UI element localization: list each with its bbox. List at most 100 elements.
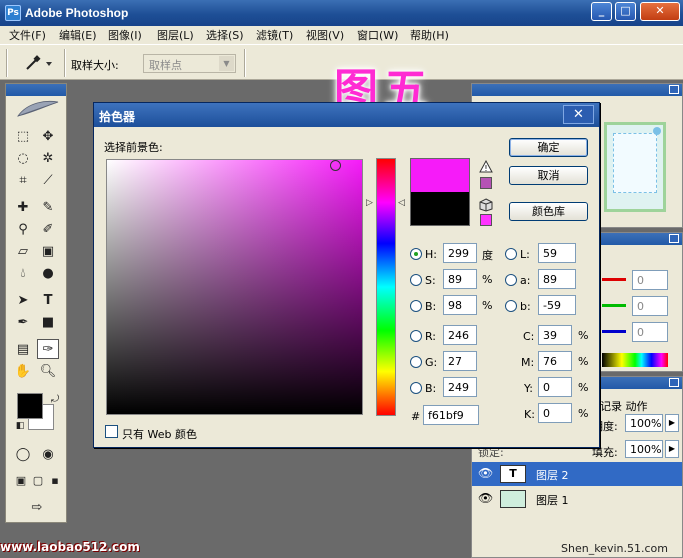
- clone-stamp-icon[interactable]: ⚲: [12, 219, 34, 239]
- saturation-input[interactable]: 89: [443, 269, 477, 289]
- brightness-radio[interactable]: [410, 300, 422, 312]
- green-input[interactable]: 27: [443, 351, 477, 371]
- yellow-input[interactable]: 0: [538, 377, 572, 397]
- fill-input[interactable]: 100%: [625, 440, 663, 458]
- current-color-swatch[interactable]: [411, 192, 469, 225]
- red-slider-bar[interactable]: [602, 278, 626, 281]
- menu-edit[interactable]: 编辑(E): [59, 27, 97, 43]
- hand-tool-icon[interactable]: ✋: [12, 361, 34, 381]
- panel-menu-icon[interactable]: [669, 85, 679, 94]
- hue-slider[interactable]: [376, 158, 396, 416]
- fill-arrow-icon[interactable]: ▶: [665, 440, 679, 458]
- zoom-tool-icon[interactable]: 🔍︎: [37, 361, 59, 381]
- green-radio[interactable]: [410, 356, 422, 368]
- marquee-tool-icon[interactable]: ⬚: [12, 126, 34, 146]
- lasso-tool-icon[interactable]: ◌: [12, 148, 34, 168]
- menu-image[interactable]: 图像(I): [108, 27, 142, 43]
- red-input[interactable]: 246: [443, 325, 477, 345]
- web-colors-only-label[interactable]: 只有 Web 颜色: [122, 426, 197, 442]
- out-of-gamut-warning-icon[interactable]: !: [479, 160, 493, 173]
- pen-tool-icon[interactable]: ✒: [12, 312, 34, 332]
- color-b-input[interactable]: 0: [632, 322, 668, 342]
- hue-input[interactable]: 299: [443, 243, 477, 263]
- color-r-input[interactable]: 0: [632, 270, 668, 290]
- cyan-input[interactable]: 39: [538, 325, 572, 345]
- layer-row-1[interactable]: 👁︎ 图层 1: [472, 487, 682, 511]
- menu-view[interactable]: 视图(V): [306, 27, 344, 43]
- hex-input[interactable]: f61bf9: [423, 405, 479, 425]
- magenta-input[interactable]: 76: [538, 351, 572, 371]
- notes-tool-icon[interactable]: ▤: [12, 339, 34, 359]
- dialog-titlebar[interactable]: 拾色器 ✕: [94, 103, 599, 127]
- red-radio[interactable]: [410, 330, 422, 342]
- dialog-close-icon[interactable]: ✕: [563, 105, 594, 124]
- menu-help[interactable]: 帮助(H): [410, 27, 449, 43]
- menu-file[interactable]: 文件(F): [9, 27, 46, 43]
- hue-slider-right-arrow[interactable]: ◁: [398, 198, 405, 208]
- color-g-input[interactable]: 0: [632, 296, 668, 316]
- web-safe-cube-icon[interactable]: [479, 198, 493, 212]
- hue-slider-left-arrow[interactable]: ▷: [366, 198, 373, 208]
- jump-to-imageready-icon[interactable]: ⇨: [20, 497, 54, 517]
- color-ramp[interactable]: [602, 353, 668, 367]
- menu-select[interactable]: 选择(S): [206, 27, 244, 43]
- screen-mode-full-icon[interactable]: ▪: [44, 470, 66, 490]
- toolbox-header[interactable]: [6, 84, 66, 96]
- path-selection-icon[interactable]: ➤: [12, 290, 34, 310]
- lab-a-input[interactable]: 89: [538, 269, 576, 289]
- crop-tool-icon[interactable]: ⌗: [12, 170, 34, 190]
- healing-brush-icon[interactable]: ✚: [12, 197, 34, 217]
- close-window-button[interactable]: ✕: [640, 2, 680, 21]
- eye-icon[interactable]: 👁︎: [478, 491, 493, 505]
- saturation-radio[interactable]: [410, 274, 422, 286]
- brush-tool-icon[interactable]: ✎: [37, 197, 59, 217]
- slice-tool-icon[interactable]: ⟋: [37, 170, 59, 190]
- gamut-color-swatch[interactable]: [480, 177, 492, 189]
- lab-b-radio[interactable]: [505, 300, 517, 312]
- blue-slider-bar[interactable]: [602, 330, 626, 333]
- saturation-brightness-field[interactable]: [106, 159, 363, 415]
- web-safe-color-swatch[interactable]: [480, 214, 492, 226]
- magic-wand-icon[interactable]: ✲: [37, 148, 59, 168]
- quick-mask-icon[interactable]: ◉: [37, 444, 59, 464]
- minimize-button[interactable]: _: [591, 2, 612, 21]
- blue-input[interactable]: 249: [443, 377, 477, 397]
- panel-menu-icon[interactable]: [669, 378, 679, 387]
- layer-2-name[interactable]: 图层 2: [536, 467, 569, 483]
- web-colors-only-checkbox[interactable]: [105, 425, 118, 438]
- panel-menu-icon[interactable]: [669, 234, 679, 243]
- layer-row-2[interactable]: 👁︎ T 图层 2: [472, 462, 682, 486]
- eye-icon[interactable]: 👁︎: [478, 466, 493, 480]
- dodge-tool-icon[interactable]: ●: [37, 263, 59, 283]
- gradient-tool-icon[interactable]: ▣: [37, 241, 59, 261]
- eraser-tool-icon[interactable]: ▱: [12, 241, 34, 261]
- panel-tabs-partial[interactable]: 记录 动作: [600, 398, 648, 414]
- navigator-panel-header[interactable]: [472, 84, 682, 96]
- type-tool-icon[interactable]: T: [37, 290, 59, 310]
- maximize-button[interactable]: □: [615, 2, 636, 21]
- lab-b-input[interactable]: -59: [538, 295, 576, 315]
- opacity-arrow-icon[interactable]: ▶: [665, 414, 679, 432]
- brightness-input[interactable]: 98: [443, 295, 477, 315]
- cancel-button[interactable]: 取消: [509, 166, 588, 185]
- lab-a-radio[interactable]: [505, 274, 517, 286]
- menu-filter[interactable]: 滤镜(T): [256, 27, 293, 43]
- hue-radio[interactable]: [410, 248, 422, 260]
- swap-colors-icon[interactable]: ⤾: [44, 389, 66, 409]
- black-input[interactable]: 0: [538, 403, 572, 423]
- blur-tool-icon[interactable]: 💧︎: [12, 263, 34, 283]
- layer-1-name[interactable]: 图层 1: [536, 492, 569, 508]
- eyedropper-tool-icon[interactable]: ✑: [37, 339, 59, 359]
- standard-mode-icon[interactable]: ◯: [12, 444, 34, 464]
- menu-layer[interactable]: 图层(L): [157, 27, 194, 43]
- move-tool-icon[interactable]: ✥: [37, 126, 59, 146]
- menu-window[interactable]: 窗口(W): [357, 27, 398, 43]
- lab-l-input[interactable]: 59: [538, 243, 576, 263]
- default-colors-icon[interactable]: ◧: [9, 416, 31, 436]
- color-field-marker[interactable]: [330, 160, 341, 171]
- history-brush-icon[interactable]: ✐: [37, 219, 59, 239]
- green-slider-bar[interactable]: [602, 304, 626, 307]
- lab-l-radio[interactable]: [505, 248, 517, 260]
- tool-preset-picker[interactable]: [22, 53, 60, 73]
- sample-size-select[interactable]: 取样点 ▼: [143, 54, 236, 73]
